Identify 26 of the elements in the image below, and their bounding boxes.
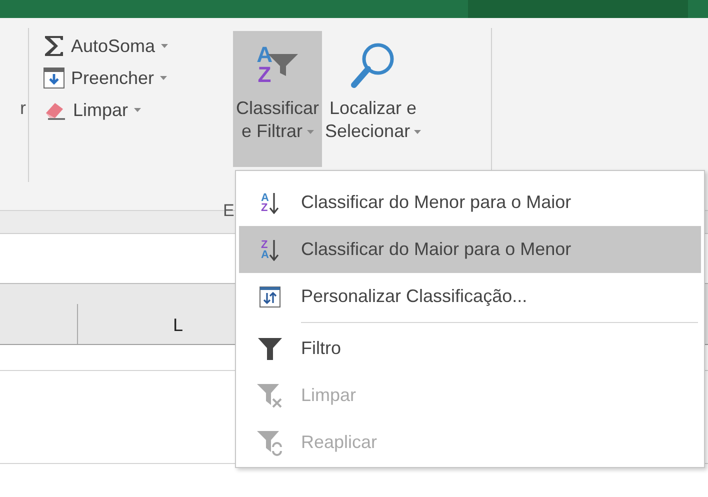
caret-icon [414,130,422,134]
funnel-icon [258,336,282,360]
funnel-refresh-icon [257,430,283,456]
caret-icon [134,108,142,112]
sort-letters-icon: A Z [256,45,272,85]
ribbon-button[interactable]: Preencher [39,64,233,92]
down-arrow-box-icon [43,67,65,89]
menu-item[interactable]: Z A Classificar do Maior para o Menor [239,226,701,273]
sigma-icon [43,34,65,58]
search-icon [350,41,396,89]
group-label: E [223,201,234,221]
caret-icon [161,44,168,48]
menu-item[interactable]: Personalizar Classificação... [239,273,701,320]
funnel-x-icon [257,382,283,408]
menu-item[interactable]: Filtro [239,325,701,372]
ribbon-button[interactable]: Limpar [39,96,233,124]
ribbon-button[interactable]: A Z Classificar e Filtrar [233,31,322,167]
menu-item[interactable]: A Z Classificar do Menor para o Maior [239,179,701,226]
sort-arrows-icon [259,286,281,308]
button-label[interactable]: r [20,90,26,118]
caret-icon [306,130,314,134]
caret-icon [160,76,168,80]
ribbon-button[interactable]: AutoSoma [39,32,233,60]
ribbon-button[interactable]: Localizar e Selecionar [322,31,424,167]
eraser-icon [43,100,67,120]
column-header[interactable]: L [172,315,183,336]
